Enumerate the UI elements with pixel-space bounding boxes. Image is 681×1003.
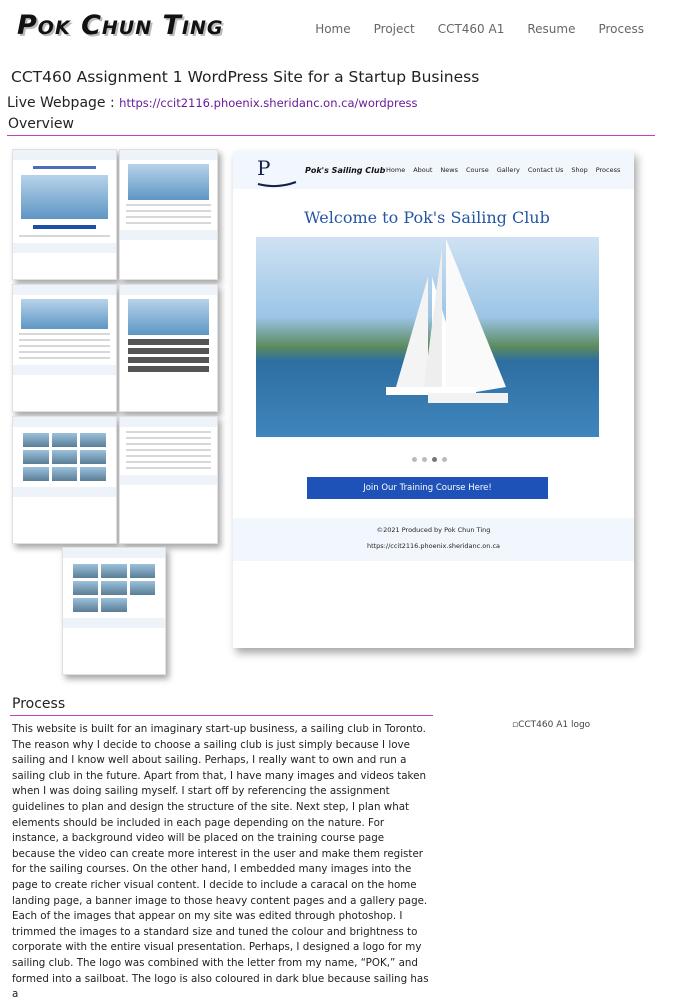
process-divider (10, 715, 433, 716)
preview-nav-item: Shop (571, 166, 588, 174)
preview-nav-item: News (440, 166, 458, 174)
carousel-dots[interactable] (412, 457, 447, 462)
live-webpage-label: Live Webpage : (7, 95, 115, 111)
nav-home[interactable]: Home (315, 22, 350, 36)
main-nav: Home Project CCT460 A1 Resume Process (315, 22, 644, 36)
thumbnail-gallery[interactable] (12, 416, 117, 544)
nav-cct460-a1[interactable]: CCT460 A1 (438, 22, 505, 36)
preview-footer-url: https://ccit2116.phoenix.sheridanc.on.ca (366, 542, 501, 550)
preview-nav-item: Process (595, 166, 621, 174)
preview-logo: P (257, 155, 297, 188)
thumbnail-home[interactable] (12, 149, 117, 280)
nav-project[interactable]: Project (374, 22, 415, 36)
preview-club-name: Pok's Sailing Club (305, 166, 386, 175)
homepage-preview[interactable]: P Pok's Sailing Club Home About News Cou… (233, 151, 634, 648)
preview-nav-item: Contact Us (527, 166, 564, 174)
broken-logo-image: ▫CCT460 A1 logo (512, 720, 591, 730)
carousel-dot[interactable] (432, 457, 437, 462)
sailing-photo (256, 237, 599, 437)
preview-welcome-heading: Welcome to Pok's Sailing Club (304, 208, 550, 227)
sailboat-icon (257, 181, 297, 188)
nav-process[interactable]: Process (598, 22, 644, 36)
carousel-dot[interactable] (442, 457, 447, 462)
thumbnail-course[interactable] (119, 284, 218, 412)
preview-nav-item: Home (386, 166, 406, 174)
carousel-dot[interactable] (422, 457, 427, 462)
site-logo[interactable]: Pok Chun Ting (17, 10, 224, 41)
process-heading: Process (12, 696, 66, 712)
process-paragraph: This website is built for an imaginary s… (12, 723, 429, 1001)
preview-nav-item: About (413, 166, 433, 174)
thumbnail-about[interactable] (119, 149, 218, 280)
overview-divider (7, 135, 655, 136)
live-webpage-row: Live Webpage : https://ccit2116.phoenix.… (7, 95, 418, 111)
thumbnail-news[interactable] (12, 284, 117, 412)
join-course-button[interactable]: Join Our Training Course Here! (307, 477, 548, 499)
preview-nav: Home About News Course Gallery Contact U… (386, 166, 620, 174)
preview-footer: ©2021 Produced by Pok Chun Ting https://… (233, 518, 634, 561)
thumbnail-shop[interactable] (62, 547, 166, 675)
overview-heading: Overview (8, 116, 74, 132)
page-title: CCT460 Assignment 1 WordPress Site for a… (11, 68, 480, 86)
nav-resume[interactable]: Resume (527, 22, 575, 36)
preview-nav-item: Course (466, 166, 489, 174)
live-webpage-link[interactable]: https://ccit2116.phoenix.sheridanc.on.ca… (119, 96, 417, 110)
thumbnail-contact[interactable] (119, 416, 218, 544)
preview-footer-credit: ©2021 Produced by Pok Chun Ting (376, 526, 491, 534)
preview-nav-item: Gallery (496, 166, 520, 174)
sailboats-illustration (386, 239, 508, 403)
carousel-dot[interactable] (412, 457, 417, 462)
